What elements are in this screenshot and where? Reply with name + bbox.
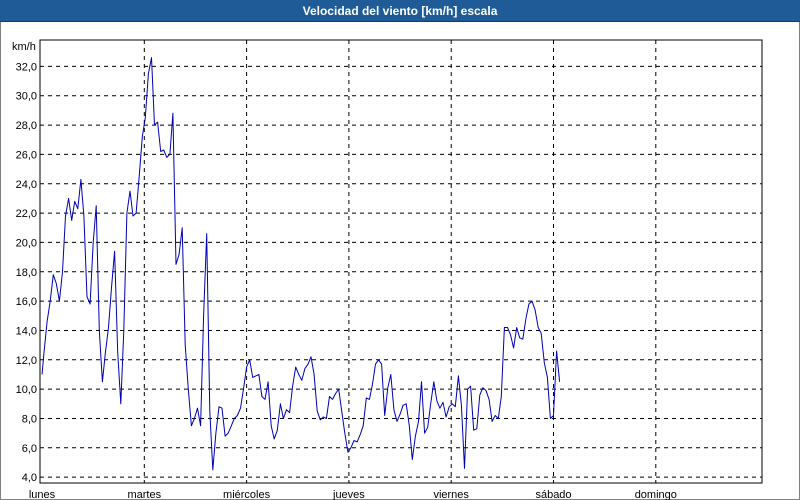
y-tick-label: 12,0 bbox=[16, 355, 37, 367]
x-tick-day-label: miércoles bbox=[223, 489, 271, 500]
x-tick-day-label: viernes bbox=[433, 489, 469, 500]
plot-area bbox=[39, 39, 763, 484]
y-tick-label: 20,0 bbox=[16, 237, 37, 249]
y-tick-label: 14,0 bbox=[16, 325, 37, 337]
y-tick-labels: 32,0 30,0 28,0 26,0 24,0 22,0 20,0 18,0 16,0 14,0… bbox=[16, 61, 37, 484]
x-tick-labels: lunes03/02/20martes04/02/20miércoles05/0… bbox=[29, 489, 677, 500]
x-tick-day-label: jueves bbox=[332, 489, 365, 500]
y-tick-label: 4,0 bbox=[22, 472, 37, 484]
y-tick-label: 10,0 bbox=[16, 384, 37, 396]
y-tick-label: 16,0 bbox=[16, 296, 37, 308]
x-tick-day-label: domingo bbox=[635, 489, 677, 500]
y-tick-label: 6,0 bbox=[22, 443, 37, 455]
y-tick-label: 18,0 bbox=[16, 267, 37, 279]
x-tick-day-label: lunes bbox=[29, 489, 56, 500]
x-tick-day-label: martes bbox=[127, 489, 161, 500]
y-tick-label: 30,0 bbox=[16, 91, 37, 103]
y-tick-label: 22,0 bbox=[16, 208, 37, 220]
y-tick-label: 32,0 bbox=[16, 61, 37, 73]
x-tick-day-label: sábado bbox=[535, 489, 571, 500]
y-tick-label: 26,0 bbox=[16, 149, 37, 161]
chart-title: Velocidad del viento [km/h] escala bbox=[0, 0, 800, 22]
y-axis-label: km/h bbox=[12, 41, 36, 53]
y-tick-label: 8,0 bbox=[22, 413, 37, 425]
line-chart: km/h 32,0 30,0 28,0 26,0 24,0 22,0 20,0 18,0 16,… bbox=[12, 39, 763, 500]
y-tick-label: 28,0 bbox=[16, 120, 37, 132]
y-tick-label: 24,0 bbox=[16, 179, 37, 191]
